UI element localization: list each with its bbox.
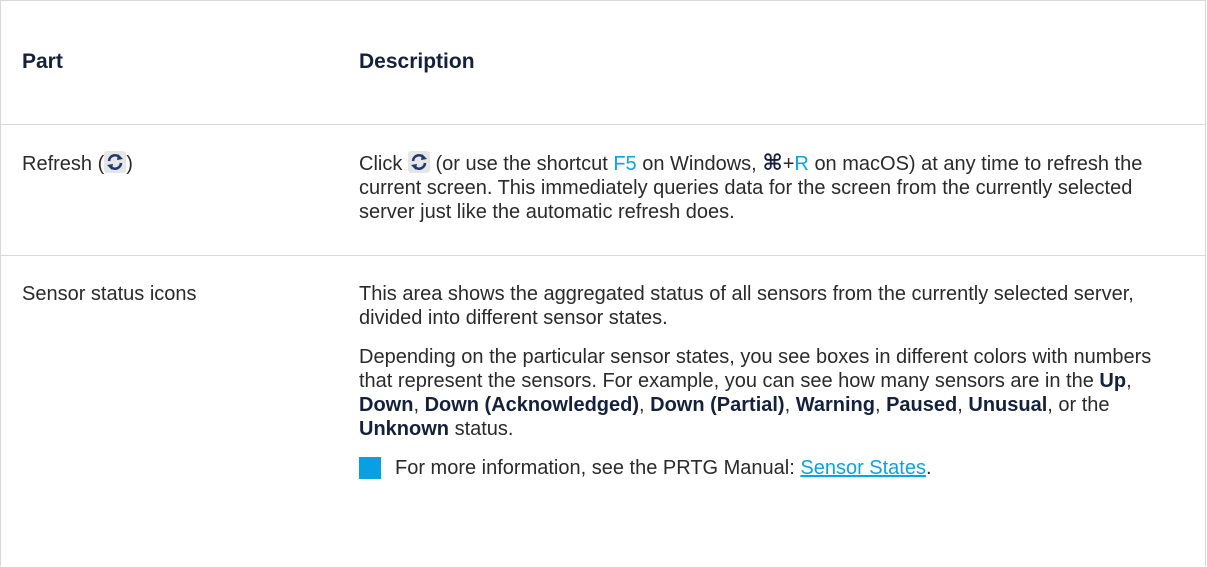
shortcut-r: R xyxy=(794,153,809,175)
separator: , xyxy=(1126,370,1132,392)
refresh-desc-click: Click xyxy=(359,153,403,175)
refresh-icon[interactable] xyxy=(407,151,430,173)
shortcut-f5: F5 xyxy=(613,153,637,175)
part-cell-refresh: Refresh () xyxy=(22,151,342,176)
separator: , xyxy=(639,394,645,416)
state-up: Up xyxy=(1099,370,1127,392)
refresh-desc-mid1: (or use the shortcut xyxy=(435,153,608,175)
part-cell-sensor: Sensor status icons xyxy=(22,283,197,305)
sensor-para-2-end: status. xyxy=(454,418,514,440)
info-note: For more information, see the PRTG Manua… xyxy=(359,456,1189,480)
state-down: Down xyxy=(359,394,414,416)
state-warning: Warning xyxy=(795,394,875,416)
sensor-para-2-intro: Depending on the particular sensor state… xyxy=(359,346,1152,392)
state-paused: Paused xyxy=(886,394,958,416)
sensor-para-1: This area shows the aggregated status of… xyxy=(359,283,1134,329)
refresh-part-close: ) xyxy=(126,153,133,175)
or-the-text: , or the xyxy=(1047,394,1110,416)
separator: , xyxy=(874,394,881,416)
plus-sign: + xyxy=(782,153,795,175)
refresh-part-label: Refresh ( xyxy=(22,153,105,175)
table-header-row: Part Description xyxy=(1,1,1206,125)
desc-cell-refresh: Click (or use the shortcut F5 on Windows… xyxy=(359,151,1189,224)
state-down-partial: Down (Partial) xyxy=(650,394,785,416)
state-unknown: Unknown xyxy=(359,418,449,440)
sensor-states-link[interactable]: Sensor States xyxy=(800,457,926,479)
refresh-desc-mid2: on Windows, xyxy=(642,153,757,175)
table-row-refresh: Refresh () Click (or use the shortcut F5… xyxy=(1,125,1206,256)
parts-table: Part Description Refresh () Click (or us… xyxy=(0,0,1206,566)
separator: , xyxy=(784,394,791,416)
info-note-icon xyxy=(359,457,381,479)
separator: , xyxy=(957,394,963,416)
header-description: Description xyxy=(359,50,475,73)
info-note-text: For more information, see the PRTG Manua… xyxy=(395,457,795,479)
header-part: Part xyxy=(22,50,63,73)
command-key-icon: ⌘ xyxy=(762,151,783,176)
table-row-sensor-status: Sensor status icons This area shows the … xyxy=(1,256,1206,567)
desc-cell-sensor: This area shows the aggregated status of… xyxy=(359,282,1189,480)
state-down-acknowledged: Down (Acknowledged) xyxy=(424,394,640,416)
sensor-para-2: Depending on the particular sensor state… xyxy=(359,345,1189,441)
separator: , xyxy=(413,394,419,416)
info-note-period: . xyxy=(925,457,932,479)
state-unusual: Unusual xyxy=(968,394,1048,416)
refresh-icon[interactable] xyxy=(104,151,127,173)
